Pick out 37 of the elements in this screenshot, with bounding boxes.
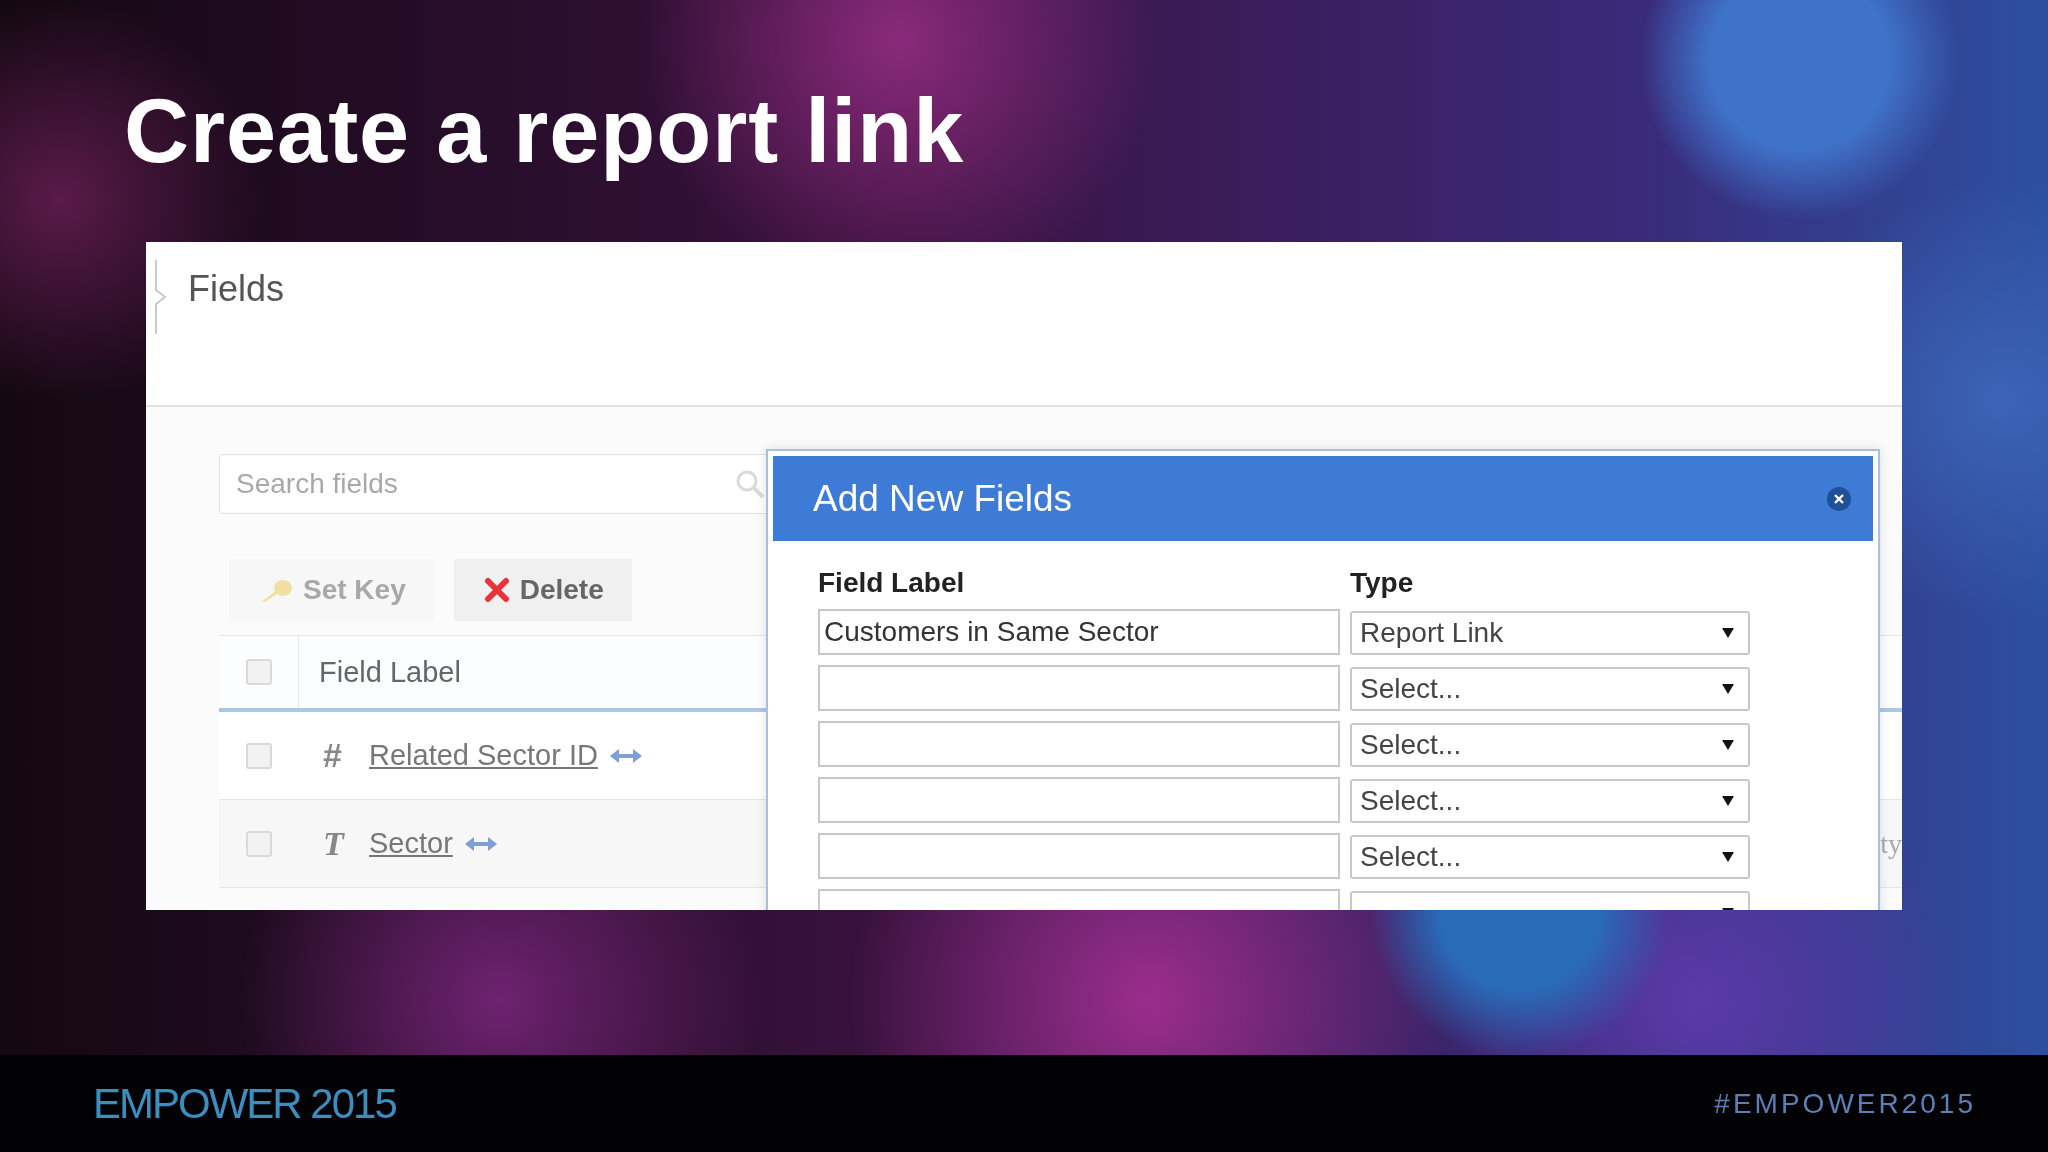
table-cell: ty — [1880, 827, 1902, 860]
slide-title: Create a report link — [124, 82, 965, 181]
column-header: Type — [1350, 567, 1414, 599]
input-field[interactable]: Customers in Same Sector — [818, 609, 1340, 655]
type-dropdown[interactable]: Report Link — [1350, 611, 1750, 655]
close-icon — [483, 577, 510, 603]
type-dropdown[interactable]: Select... — [1350, 667, 1750, 711]
section-title: Fields — [188, 268, 285, 310]
bracket-icon — [154, 260, 168, 334]
caret-icon — [1722, 851, 1734, 863]
input-field[interactable] — [818, 665, 1340, 711]
caret-icon — [1722, 627, 1734, 639]
close-icon — [1834, 493, 1844, 504]
checkbox[interactable] — [246, 742, 272, 769]
delete-button[interactable]: Delete — [453, 559, 632, 621]
caret-icon — [1722, 683, 1734, 695]
search-icon — [735, 469, 765, 499]
field-link[interactable]: Sector — [369, 827, 453, 860]
column-header: Field Label — [318, 654, 461, 690]
input-field[interactable] — [818, 721, 1340, 767]
event-logo: EMPOWER 2015 — [93, 1079, 396, 1128]
input-field[interactable] — [818, 833, 1340, 879]
checkbox[interactable] — [246, 830, 272, 857]
type-dropdown[interactable]: Select... — [1350, 779, 1750, 823]
input-field[interactable] — [818, 777, 1340, 823]
field-type-icon: # — [323, 736, 351, 775]
field-link[interactable]: Related Sector ID — [369, 739, 598, 772]
dialog-title: Add New Fields — [813, 477, 1073, 520]
caret-icon — [1722, 739, 1734, 751]
checkbox[interactable] — [245, 659, 272, 685]
type-dropdown[interactable]: Select... — [1350, 723, 1750, 767]
column-header: Field Label — [818, 567, 966, 599]
close-button[interactable] — [1827, 486, 1851, 511]
type-dropdown[interactable]: Select... — [1350, 835, 1750, 879]
field-type-icon: T — [323, 824, 351, 863]
caret-icon — [1722, 795, 1734, 807]
hashtag: #EMPOWER2015 — [1714, 1087, 1976, 1120]
